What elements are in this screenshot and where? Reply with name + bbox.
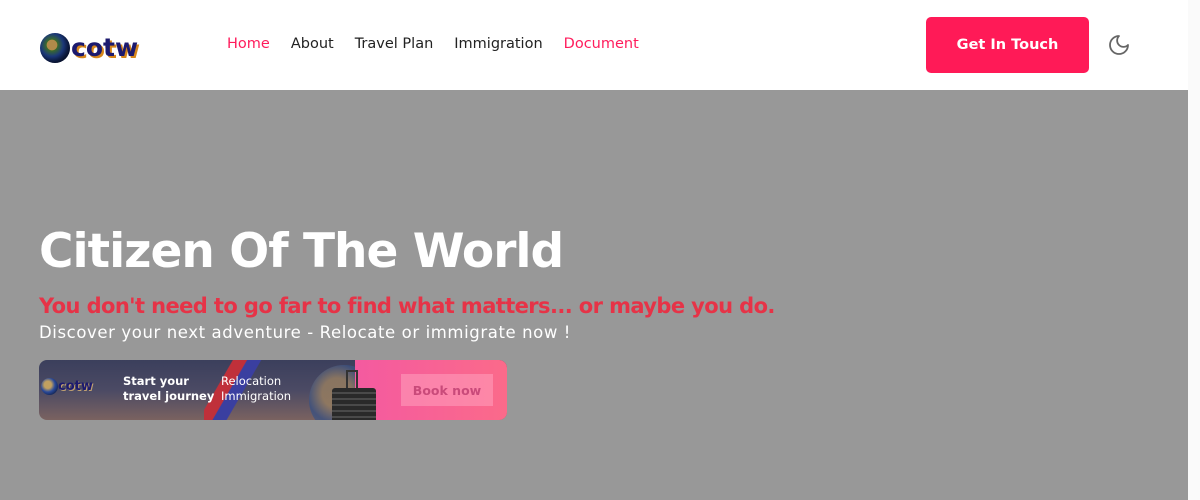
- nav-about[interactable]: About: [291, 36, 334, 52]
- moon-icon[interactable]: [1107, 33, 1131, 57]
- site-logo[interactable]: cotw: [40, 33, 138, 63]
- banner-logo: cotw: [41, 378, 93, 395]
- get-in-touch-button[interactable]: Get In Touch: [926, 17, 1089, 73]
- banner-headline: Start your travel journey: [123, 374, 214, 404]
- banner-service-relocation: Relocation: [221, 374, 282, 388]
- banner-headline-line1: Start your: [123, 374, 189, 388]
- hero-tagline: You don't need to go far to find what ma…: [39, 294, 775, 318]
- banner-service-immigration: Immigration: [221, 389, 292, 403]
- globe-icon: [41, 378, 58, 395]
- book-now-button[interactable]: Book now: [401, 374, 493, 406]
- suitcase-image: [332, 388, 376, 420]
- nav-document[interactable]: Document: [564, 36, 639, 52]
- nav-home[interactable]: Home: [227, 36, 270, 52]
- travel-ad-banner[interactable]: cotw Start your travel journey Relocatio…: [39, 360, 507, 420]
- main-nav: Home About Travel Plan Immigration Docum…: [227, 36, 660, 52]
- nav-immigration[interactable]: Immigration: [454, 36, 542, 52]
- page-edge: [1188, 0, 1200, 500]
- suitcase-handle: [346, 370, 358, 390]
- banner-logo-text: cotw: [58, 379, 93, 394]
- globe-icon: [40, 33, 70, 63]
- nav-travel-plan[interactable]: Travel Plan: [355, 36, 434, 52]
- banner-services: Relocation Immigration: [221, 374, 291, 404]
- hero-subtitle: Discover your next adventure - Relocate …: [39, 323, 572, 342]
- hero-title: Citizen Of The World: [39, 224, 564, 279]
- logo-text: cotw: [71, 33, 139, 62]
- site-header: cotw Home About Travel Plan Immigration …: [0, 0, 1188, 90]
- banner-headline-line2: travel journey: [123, 389, 215, 403]
